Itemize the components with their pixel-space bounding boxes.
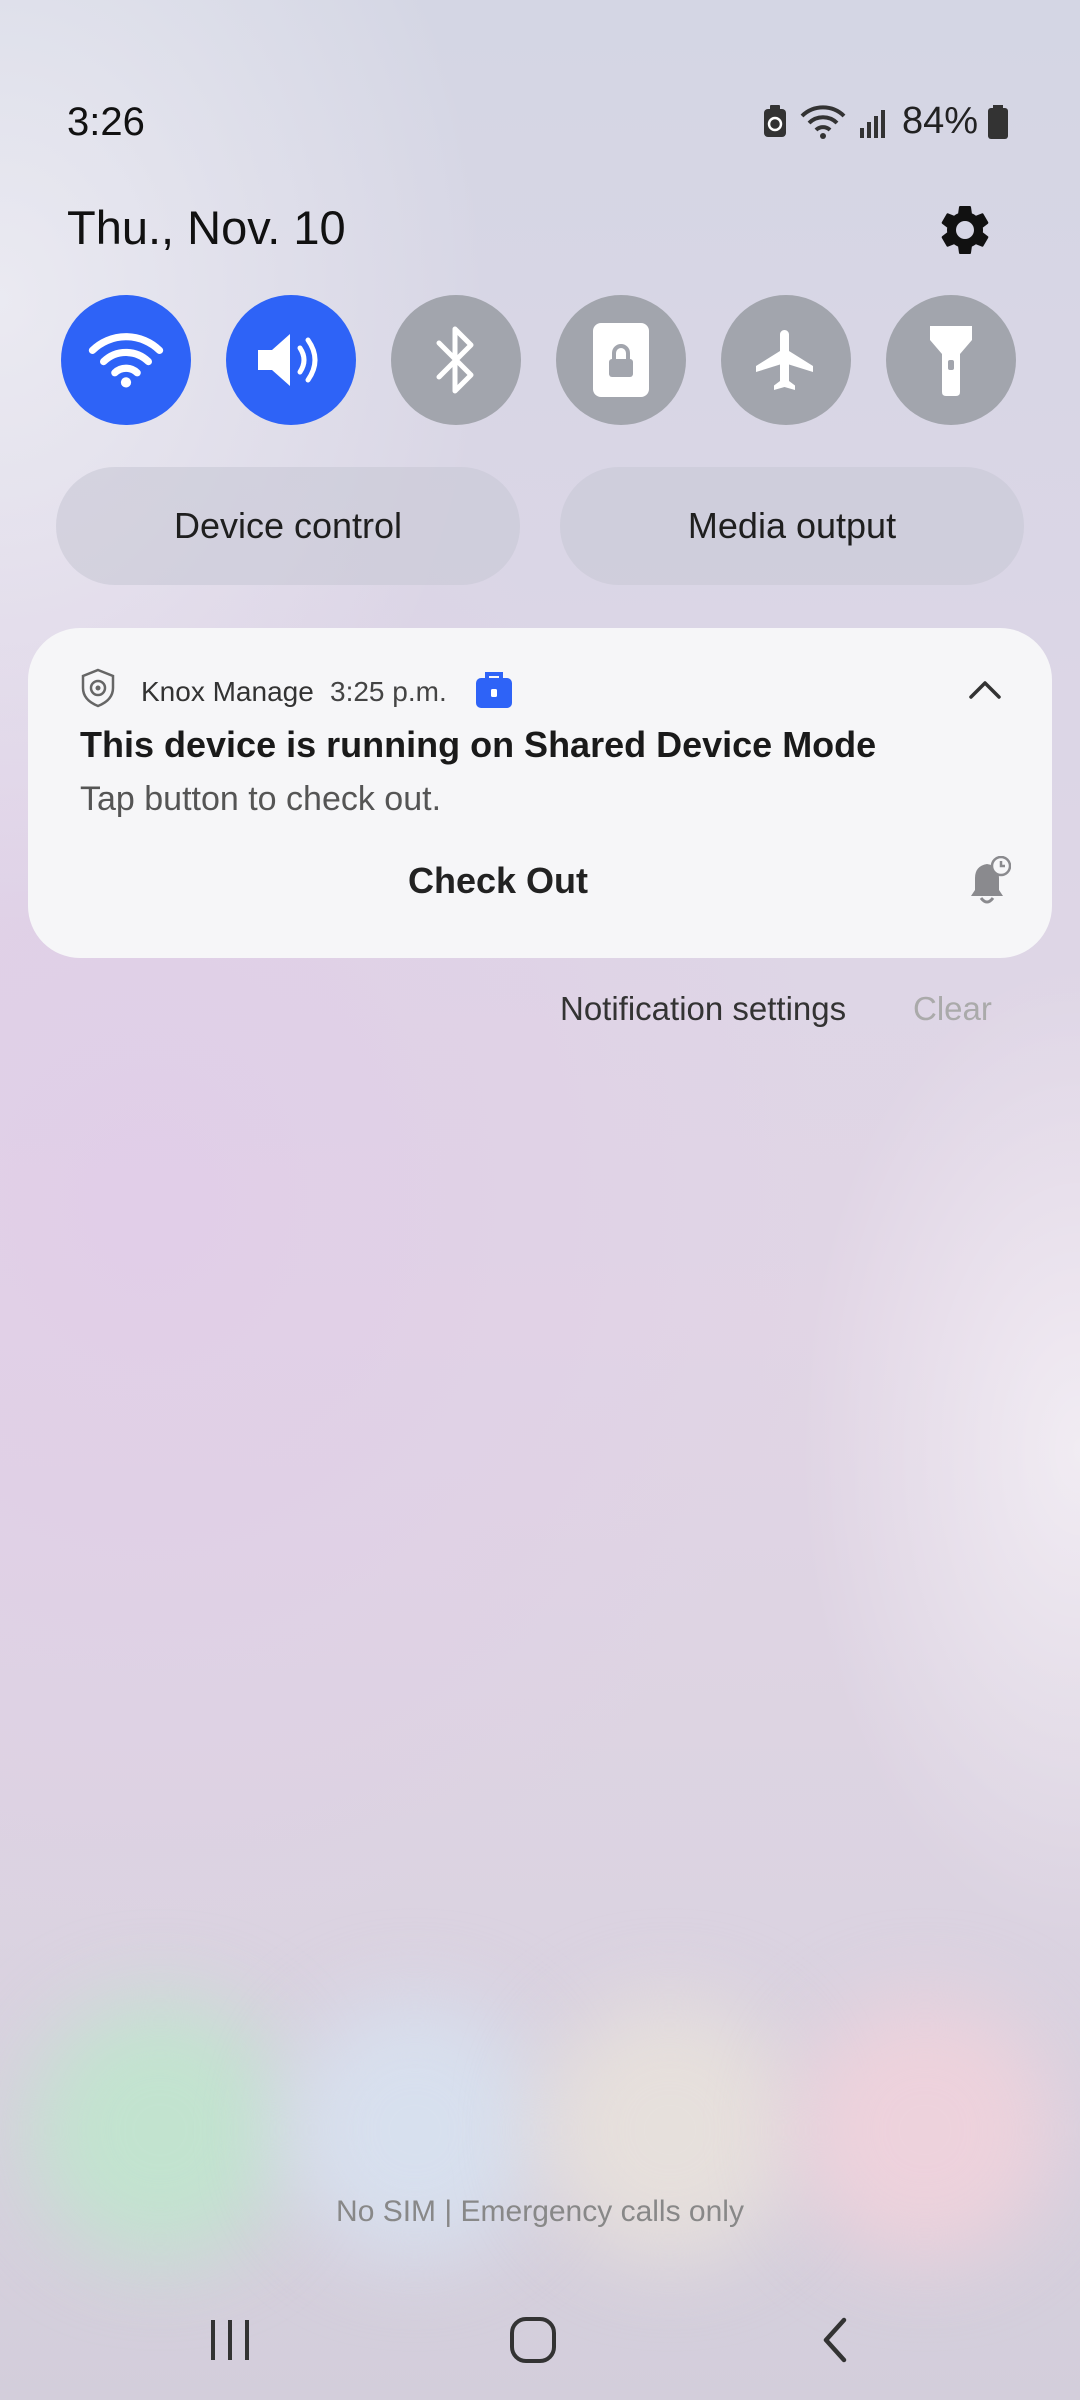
flashlight-toggle[interactable] [886,295,1016,425]
airplane-icon [756,330,813,390]
notification-time: 3:25 p.m. [330,676,447,707]
rotation-lock-toggle[interactable] [556,295,686,425]
media-output-label: Media output [687,505,897,546]
check-out-button[interactable]: Check Out [408,860,588,902]
rotation-lock-icon [593,323,649,397]
airplane-mode-toggle[interactable] [721,295,851,425]
bluetooth-icon [436,326,474,394]
back-button[interactable] [785,2300,885,2380]
snooze-bell-icon[interactable] [963,856,1011,906]
notification-settings-link[interactable]: Notification settings [560,990,846,1028]
settings-button[interactable] [935,200,995,260]
wifi-icon [88,333,164,388]
bluetooth-toggle[interactable] [391,295,521,425]
flashlight-icon [930,326,972,396]
chevron-up-icon[interactable] [968,678,1002,700]
clear-button[interactable]: Clear [913,990,992,1028]
battery-icon [988,104,1008,139]
wifi-status-icon [800,104,846,139]
status-bar: 3:26 84% [0,0,1080,142]
quick-settings-tiles [61,295,1016,425]
work-profile-icon [476,672,512,708]
back-icon [823,2317,847,2363]
notification-app-name: Knox Manage [141,676,314,707]
signal-icon [859,109,885,138]
device-control-button[interactable]: Device control [56,467,520,585]
date-label: Thu., Nov. 10 [67,201,346,254]
status-icons: 84% [762,100,1008,143]
carrier-status: No SIM | Emergency calls only [336,2195,744,2228]
battery-percent: 84% [901,100,978,142]
sound-toggle[interactable] [226,295,356,425]
wifi-toggle[interactable] [61,295,191,425]
recents-button[interactable] [180,2300,280,2380]
notification-title: This device is running on Shared Device … [80,724,877,765]
device-control-label: Device control [173,505,403,546]
notification-card[interactable]: Knox Manage 3:25 p.m. This device is run… [28,628,1052,958]
home-icon [510,2317,556,2363]
recents-icon [211,2320,249,2360]
notification-body: Tap button to check out. [80,780,442,818]
status-clock: 3:26 [67,100,145,144]
gear-icon [941,205,989,254]
battery-saver-icon [763,104,786,137]
knox-shield-icon [81,668,115,708]
sound-icon [258,334,318,386]
media-output-button[interactable]: Media output [560,467,1024,585]
home-button[interactable] [483,2300,583,2380]
